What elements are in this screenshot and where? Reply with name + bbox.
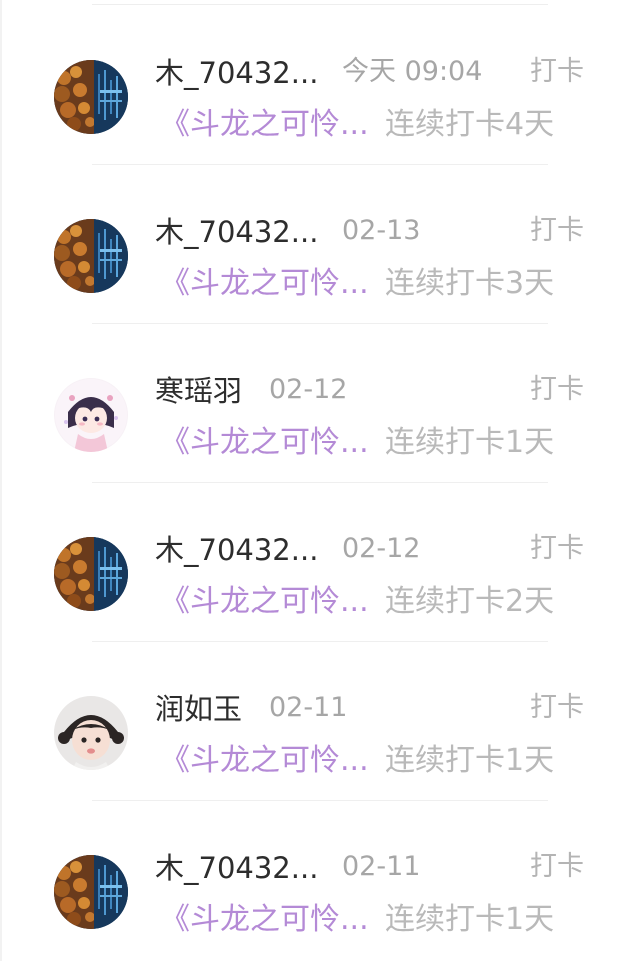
avatar[interactable] — [54, 855, 128, 929]
list-item[interactable]: 润如玉 02-11 打卡 《斗龙之可怜... 连续打卡1天 — [0, 654, 640, 813]
checkin-type-label: 打卡 — [530, 374, 584, 405]
book-title-link[interactable]: 《斗龙之可怜... — [160, 106, 369, 144]
user-name[interactable]: 润如玉 — [155, 691, 242, 727]
checkin-type-label: 打卡 — [530, 215, 584, 246]
user-name[interactable]: 木_70432... — [155, 532, 318, 568]
anime-girl-avatar-icon — [54, 378, 128, 452]
row-divider — [92, 482, 548, 483]
book-title-link[interactable]: 《斗龙之可怜... — [160, 583, 369, 621]
checkin-type-label: 打卡 — [530, 56, 584, 87]
row-divider — [92, 164, 548, 165]
checkin-time: 02-12 — [269, 374, 348, 405]
checkin-type-label: 打卡 — [530, 851, 584, 882]
forest-night-avatar-icon — [54, 537, 128, 611]
forest-night-avatar-icon — [54, 855, 128, 929]
avatar[interactable] — [54, 696, 128, 770]
book-title-link[interactable]: 《斗龙之可怜... — [160, 424, 369, 462]
forest-night-avatar-icon — [54, 60, 128, 134]
streak-text: 连续打卡2天 — [385, 584, 555, 619]
checkin-type-label: 打卡 — [530, 533, 584, 564]
avatar[interactable] — [54, 378, 128, 452]
streak-text: 连续打卡1天 — [385, 743, 555, 778]
streak-text: 连续打卡4天 — [385, 107, 555, 142]
list-item[interactable]: 木_70432... 02-13 打卡 《斗龙之可怜... 连续打卡3天 — [0, 177, 640, 336]
list-item[interactable]: 寒瑶羽 02-12 打卡 《斗龙之可怜... 连续打卡1天 — [0, 336, 640, 495]
checkin-time: 02-13 — [342, 215, 421, 246]
book-title-link[interactable]: 《斗龙之可怜... — [160, 901, 369, 939]
user-name[interactable]: 木_70432... — [155, 214, 318, 250]
row-divider — [92, 800, 548, 801]
forest-night-avatar-icon — [54, 219, 128, 293]
book-title-link[interactable]: 《斗龙之可怜... — [160, 265, 369, 303]
avatar[interactable] — [54, 537, 128, 611]
checkin-time: 今天 09:04 — [342, 56, 483, 87]
user-name[interactable]: 寒瑶羽 — [155, 373, 242, 409]
avatar[interactable] — [54, 219, 128, 293]
user-name[interactable]: 木_70432... — [155, 850, 318, 886]
streak-text: 连续打卡1天 — [385, 902, 555, 937]
list-item[interactable]: 木_70432... 今天 09:04 打卡 《斗龙之可怜... 连续打卡4天 — [0, 18, 640, 177]
avatar[interactable] — [54, 60, 128, 134]
list-item[interactable]: 木_70432... 02-12 打卡 《斗龙之可怜... 连续打卡2天 — [0, 495, 640, 654]
streak-text: 连续打卡1天 — [385, 425, 555, 460]
book-title-link[interactable]: 《斗龙之可怜... — [160, 742, 369, 780]
checkin-type-label: 打卡 — [530, 692, 584, 723]
row-divider — [92, 641, 548, 642]
list-item[interactable]: 木_70432... 02-11 打卡 《斗龙之可怜... 连续打卡1天 — [0, 813, 640, 972]
baby-photo-avatar-icon — [54, 696, 128, 770]
checkin-time: 02-11 — [269, 692, 348, 723]
top-divider — [92, 4, 548, 5]
row-divider — [92, 323, 548, 324]
checkin-time: 02-11 — [342, 851, 421, 882]
user-name[interactable]: 木_70432... — [155, 55, 318, 91]
streak-text: 连续打卡3天 — [385, 266, 555, 301]
checkin-time: 02-12 — [342, 533, 421, 564]
